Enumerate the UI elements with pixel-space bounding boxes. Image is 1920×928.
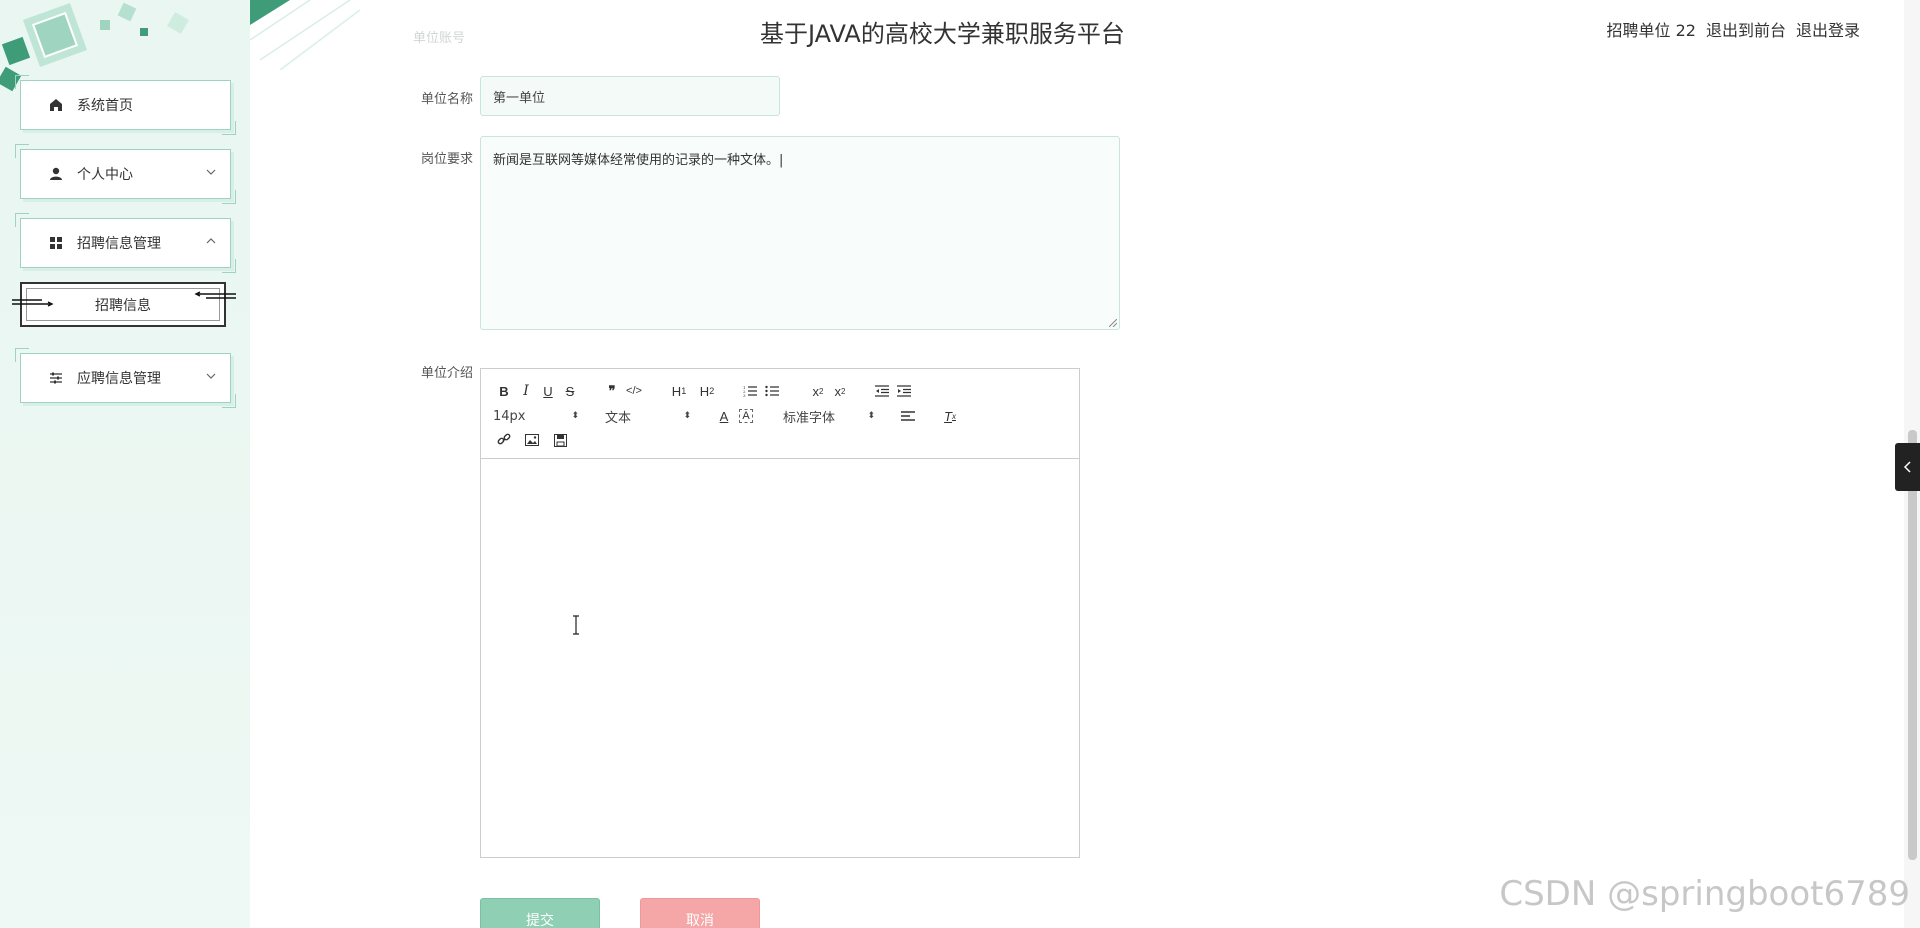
align-icon[interactable]	[897, 406, 919, 426]
sidebar-item-personal-center[interactable]: 个人中心	[15, 144, 236, 204]
scrollbar-thumb[interactable]	[1908, 430, 1917, 860]
company-name-label: 单位名称	[420, 92, 473, 107]
sidebar-item-application-management[interactable]: 应聘信息管理	[15, 348, 236, 408]
menu-corner-decoration	[222, 259, 236, 273]
sidebar-item-label: 系统首页	[77, 98, 133, 114]
font-size-value: 14px	[493, 408, 526, 424]
requirements-label: 岗位要求	[420, 152, 473, 167]
text-type-value: 文本	[605, 410, 632, 426]
sidebar-item-recruitment-management[interactable]: 招聘信息管理	[15, 213, 236, 273]
italic-icon[interactable]: I	[515, 381, 537, 401]
select-arrows-icon: ⬍	[571, 411, 579, 421]
underline-icon[interactable]: U	[537, 381, 559, 401]
heading1-icon[interactable]: H1	[665, 381, 693, 401]
cancel-button[interactable]: 取消	[640, 898, 760, 928]
text-cursor-icon	[573, 615, 579, 635]
menu-corner-decoration	[15, 348, 29, 362]
resize-grip-icon[interactable]	[1109, 319, 1117, 327]
user-area: 招聘单位 22 退出到前台 退出登录	[1607, 17, 1860, 41]
blockquote-icon[interactable]: ❞	[601, 381, 623, 401]
requirements-textarea[interactable]: 新闻是互联网等媒体经常使用的记录的一种文体。|	[480, 136, 1120, 330]
company-name-input[interactable]: 第一单位	[480, 76, 780, 116]
outdent-icon[interactable]	[871, 381, 893, 401]
submenu-item-recruitment-info[interactable]: 招聘信息	[12, 282, 236, 327]
faded-field-label: 单位账号	[413, 31, 466, 46]
menu-corner-decoration	[222, 394, 236, 408]
app-root: 系统首页 个人中心 招聘信息管理 招聘信息 应聘信息管理 基于JAVA的高校大学…	[0, 0, 1920, 928]
menu-corner-decoration	[222, 121, 236, 135]
menu-corner-decoration	[222, 190, 236, 204]
sidebar-item-label: 招聘信息管理	[77, 236, 161, 252]
submit-button[interactable]: 提交	[480, 898, 600, 928]
toolbar-row-1: B I U S ❞ </> H1 H2 123 x2 x2	[493, 381, 915, 401]
watermark: CSDN @springboot6789	[1499, 874, 1910, 914]
menu-corner-decoration	[15, 144, 29, 158]
subscript-icon[interactable]: x2	[807, 381, 829, 401]
strikethrough-icon[interactable]: S	[559, 381, 581, 401]
select-arrows-icon: ⬍	[683, 411, 691, 421]
toolbar-row-3	[493, 430, 571, 450]
sliders-icon	[47, 369, 65, 387]
page-title: 基于JAVA的高校大学兼职服务平台	[760, 20, 1125, 48]
menu-corner-decoration	[15, 213, 29, 227]
editor-content-area[interactable]	[481, 460, 1079, 857]
bold-icon[interactable]: B	[493, 381, 515, 401]
clear-format-icon[interactable]: Tx	[939, 406, 961, 426]
link-icon[interactable]	[493, 430, 515, 450]
superscript-icon[interactable]: x2	[829, 381, 851, 401]
font-size-select[interactable]: 14px ⬍	[493, 409, 583, 424]
save-icon[interactable]	[549, 430, 571, 450]
user-icon	[47, 165, 65, 183]
background-color-icon[interactable]: A	[739, 409, 753, 423]
image-icon[interactable]	[521, 430, 543, 450]
logout-link[interactable]: 退出登录	[1796, 17, 1860, 41]
home-icon	[47, 96, 65, 114]
font-family-value: 标准字体	[783, 410, 836, 426]
chevron-down-icon	[206, 373, 216, 379]
code-block-icon[interactable]: </>	[623, 381, 645, 401]
grid-icon	[47, 234, 65, 252]
header-decoration	[250, 0, 360, 70]
bullet-list-icon[interactable]	[761, 381, 783, 401]
sidebar: 系统首页 个人中心 招聘信息管理 招聘信息 应聘信息管理	[0, 0, 250, 928]
chevron-down-icon	[206, 169, 216, 175]
sidebar-item-label: 个人中心	[77, 167, 133, 183]
current-user: 招聘单位 22	[1606, 21, 1696, 40]
arrows-left-icon	[194, 291, 236, 299]
side-panel-toggle[interactable]	[1895, 443, 1920, 491]
font-family-select[interactable]: 标准字体 ⬍	[783, 407, 879, 426]
submenu-item-label: 招聘信息	[95, 297, 151, 314]
select-arrows-icon: ⬍	[867, 411, 875, 421]
chevron-left-icon	[1903, 461, 1911, 473]
text-type-select[interactable]: 文本 ⬍	[605, 407, 695, 426]
editor-toolbar: B I U S ❞ </> H1 H2 123 x2 x2 14px ⬍ 文本 …	[481, 369, 1079, 459]
menu-corner-decoration	[15, 75, 29, 89]
heading2-icon[interactable]: H2	[693, 381, 721, 401]
arrows-right-icon	[12, 299, 54, 307]
svg-text:3: 3	[743, 393, 746, 397]
company-intro-label: 单位介绍	[420, 366, 473, 381]
rich-text-editor: B I U S ❞ </> H1 H2 123 x2 x2 14px ⬍ 文本 …	[480, 368, 1080, 858]
font-color-icon[interactable]: A	[713, 406, 735, 426]
ordered-list-icon[interactable]: 123	[739, 381, 761, 401]
chevron-up-icon	[206, 238, 216, 244]
indent-icon[interactable]	[893, 381, 915, 401]
toolbar-row-2: 14px ⬍ 文本 ⬍ A A 标准字体 ⬍ Tx	[493, 406, 961, 426]
sidebar-item-home[interactable]: 系统首页	[15, 75, 236, 135]
sidebar-item-label: 应聘信息管理	[77, 371, 161, 387]
back-to-front-link[interactable]: 退出到前台	[1706, 17, 1786, 41]
requirements-text: 新闻是互联网等媒体经常使用的记录的一种文体。|	[493, 153, 784, 168]
